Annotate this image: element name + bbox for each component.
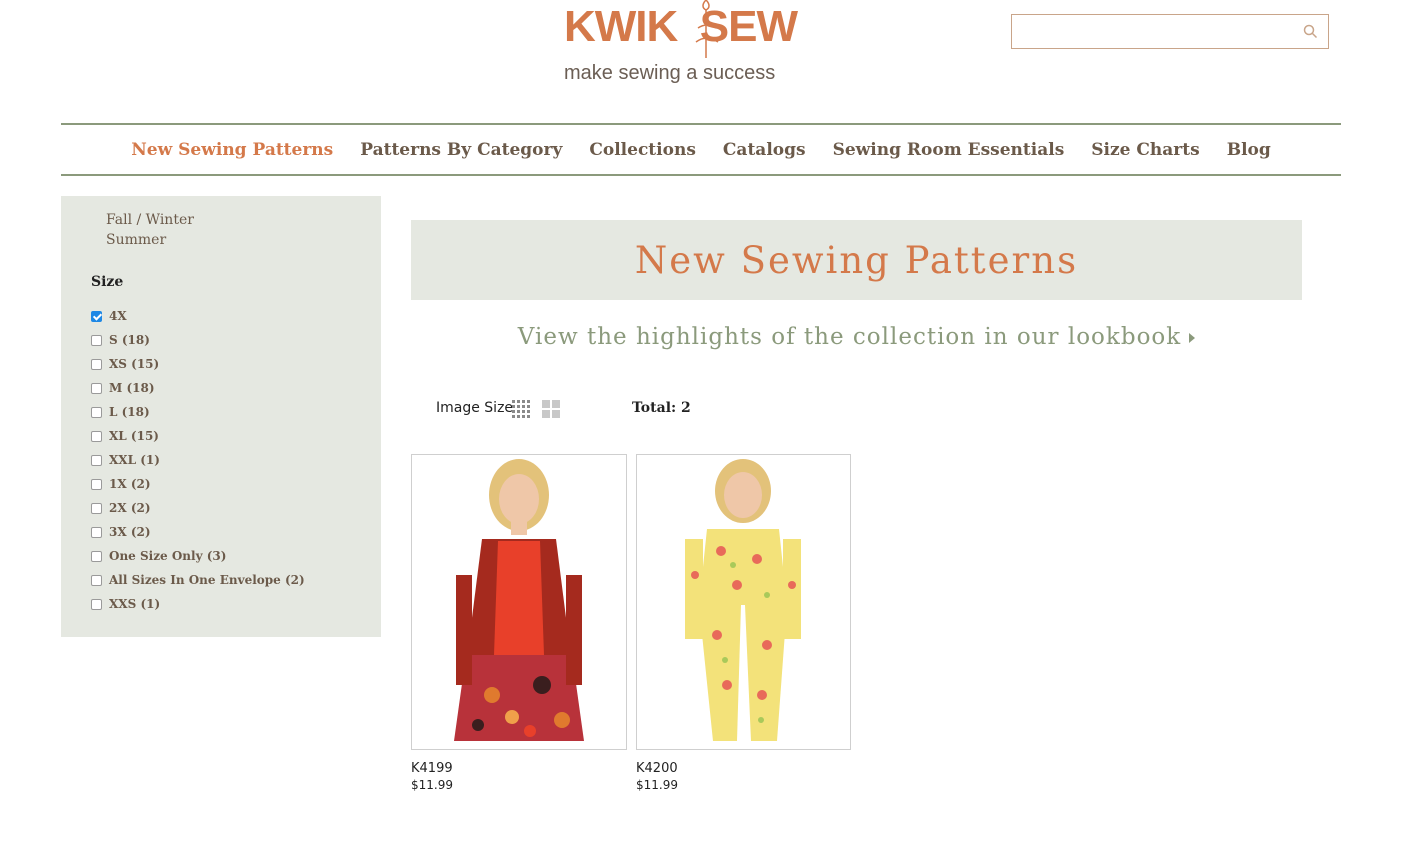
size-option-label: XS (15) <box>109 357 160 371</box>
product-photo-cardigan-skirt <box>412 455 626 749</box>
size-option-xl[interactable]: XL (15) <box>91 424 305 448</box>
size-option-label: 4X <box>109 309 127 323</box>
lookbook-link-text: View the highlights of the collection in… <box>517 324 1182 350</box>
size-checkbox[interactable] <box>91 478 102 490</box>
nav-item-new-sewing-patterns[interactable]: New Sewing Patterns <box>131 140 333 160</box>
size-option-s[interactable]: S (18) <box>91 328 305 352</box>
size-option-label: XXS (1) <box>109 597 161 611</box>
size-option-label: 2X (2) <box>109 501 151 515</box>
size-option-xxs[interactable]: XXS (1) <box>91 592 305 616</box>
small-grid-icon[interactable] <box>512 400 531 419</box>
size-option-label: M (18) <box>109 381 155 395</box>
nav-item-sewing-room-essentials[interactable]: Sewing Room Essentials <box>833 140 1065 160</box>
size-checkbox[interactable] <box>91 406 102 418</box>
size-checkbox[interactable] <box>91 502 102 514</box>
nav-item-collections[interactable]: Collections <box>589 140 696 160</box>
size-option-label: One Size Only (3) <box>109 549 227 563</box>
size-option-xxl[interactable]: XXL (1) <box>91 448 305 472</box>
size-option-l[interactable]: L (18) <box>91 400 305 424</box>
page-title-banner: New Sewing Patterns <box>411 220 1302 300</box>
season-filter-summer[interactable]: Summer <box>106 232 166 248</box>
size-option-m[interactable]: M (18) <box>91 376 305 400</box>
season-filter-fall-winter[interactable]: Fall / Winter <box>106 212 194 228</box>
main-nav: New Sewing Patterns Patterns By Category… <box>61 125 1341 174</box>
size-checkbox[interactable] <box>91 430 102 442</box>
search-icon[interactable] <box>1303 24 1318 39</box>
site-logo[interactable]: KWIK SEW make sewing a success <box>560 0 850 92</box>
product-card[interactable]: K4200 $11.99 <box>636 454 851 792</box>
logo-tagline: make sewing a success <box>564 62 776 84</box>
product-image[interactable] <box>411 454 627 750</box>
nav-item-size-charts[interactable]: Size Charts <box>1091 140 1199 160</box>
size-option-label: L (18) <box>109 405 150 419</box>
results-total: Total: 2 <box>632 400 691 416</box>
size-checkbox[interactable] <box>91 358 102 370</box>
size-checkbox[interactable] <box>91 310 102 322</box>
search-input[interactable] <box>1011 14 1329 49</box>
filter-sidebar: Fall / Winter Summer Size 4X S (18) XS (… <box>61 196 381 637</box>
product-photo-pajamas <box>637 455 850 749</box>
size-filter-heading: Size <box>91 274 124 290</box>
size-checkbox[interactable] <box>91 550 102 562</box>
size-option-3x[interactable]: 3X (2) <box>91 520 305 544</box>
product-code[interactable]: K4200 <box>636 761 851 776</box>
logo-brand-text: KWIK SEW <box>564 2 798 51</box>
size-option-all-sizes-in-one-envelope[interactable]: All Sizes In One Envelope (2) <box>91 568 305 592</box>
size-checkbox[interactable] <box>91 454 102 466</box>
nav-item-catalogs[interactable]: Catalogs <box>723 140 806 160</box>
size-checkbox[interactable] <box>91 334 102 346</box>
size-option-label: XXL (1) <box>109 453 160 467</box>
lookbook-link[interactable]: View the highlights of the collection in… <box>411 324 1302 350</box>
size-option-4x[interactable]: 4X <box>91 304 305 328</box>
product-card[interactable]: K4199 $11.99 <box>411 454 627 792</box>
caret-right-icon <box>1189 333 1196 343</box>
image-size-label: Image Size <box>436 400 514 416</box>
dress-form-icon <box>695 0 719 58</box>
nav-item-blog[interactable]: Blog <box>1227 140 1271 160</box>
nav-bottom-divider <box>61 174 1341 176</box>
product-price: $11.99 <box>636 778 678 792</box>
size-checkbox[interactable] <box>91 526 102 538</box>
size-option-label: 1X (2) <box>109 477 151 491</box>
product-code[interactable]: K4199 <box>411 761 627 776</box>
size-option-label: 3X (2) <box>109 525 151 539</box>
size-option-label: All Sizes In One Envelope (2) <box>109 573 305 587</box>
size-option-xs[interactable]: XS (15) <box>91 352 305 376</box>
size-option-1x[interactable]: 1X (2) <box>91 472 305 496</box>
page-title: New Sewing Patterns <box>634 238 1079 282</box>
size-checkbox[interactable] <box>91 598 102 610</box>
size-option-2x[interactable]: 2X (2) <box>91 496 305 520</box>
size-option-label: S (18) <box>109 333 150 347</box>
nav-item-patterns-by-category[interactable]: Patterns By Category <box>360 140 562 160</box>
size-checkbox[interactable] <box>91 574 102 586</box>
size-option-label: XL (15) <box>109 429 159 443</box>
product-price: $11.99 <box>411 778 453 792</box>
size-option-one-size-only[interactable]: One Size Only (3) <box>91 544 305 568</box>
size-filter-list: 4X S (18) XS (15) M (18) L (18) XL (15) … <box>91 304 305 616</box>
size-checkbox[interactable] <box>91 382 102 394</box>
product-image[interactable] <box>636 454 851 750</box>
large-grid-icon[interactable] <box>542 400 561 419</box>
